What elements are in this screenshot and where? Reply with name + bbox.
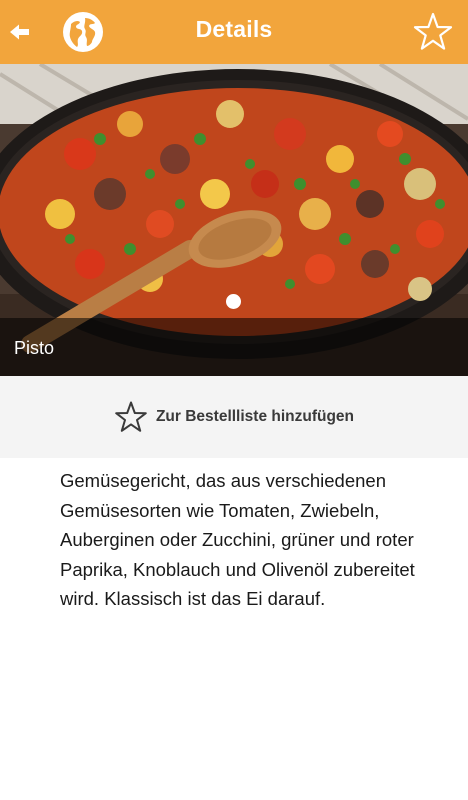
dish-name: Pisto <box>14 338 55 358</box>
add-to-order-list-button[interactable]: Zur Bestellliste hinzufügen <box>0 376 468 458</box>
star-outline-icon <box>115 401 147 432</box>
dish-image-carousel[interactable]: Pisto <box>0 64 468 376</box>
caption-bar <box>0 318 468 376</box>
page-title: Details <box>195 16 273 42</box>
details-screen: Details Pisto Zur Bestellliste hinzufüge… <box>0 0 468 800</box>
add-to-order-list-label: Zur Bestellliste hinzufügen <box>155 408 355 425</box>
carousel-indicator-dot[interactable] <box>226 294 241 309</box>
dish-description: Gemüsegericht, das aus verschiedenen Gem… <box>60 470 415 610</box>
favorite-button[interactable] <box>412 11 454 53</box>
app-header: Details <box>0 0 468 64</box>
star-outline-icon <box>413 12 453 50</box>
